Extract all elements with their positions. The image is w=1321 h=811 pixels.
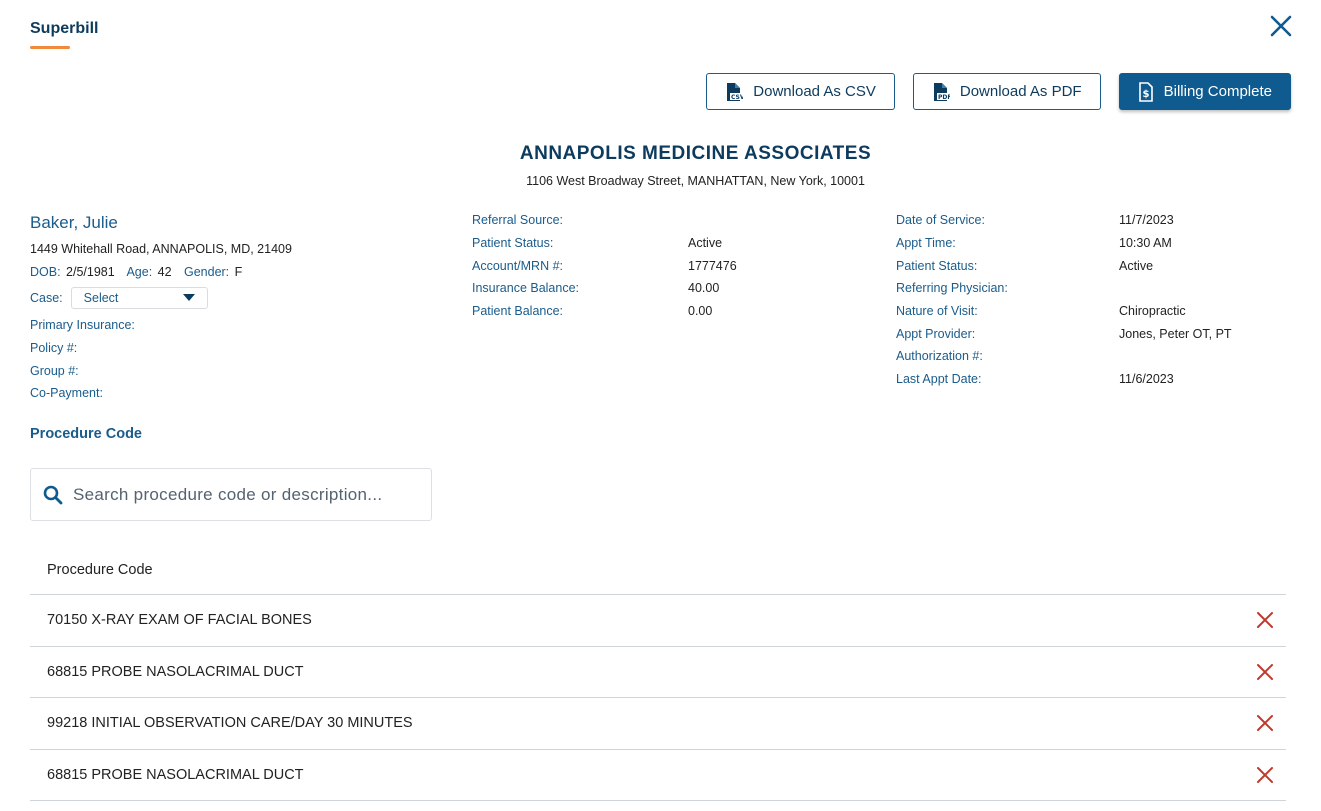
tab-underline bbox=[30, 46, 70, 49]
gender-label: Gender: bbox=[183, 265, 230, 279]
patient-demographics: DOB: 2/5/1981 Age: 42 Gender: F bbox=[30, 265, 244, 279]
account-value: 40.00 bbox=[688, 281, 720, 295]
appointment-value: 11/7/2023 bbox=[1119, 213, 1174, 227]
table-row: 68815 PROBE NASOLACRIMAL DUCT bbox=[30, 750, 1286, 801]
patient-address: 1449 Whitehall Road, ANNAPOLIS, MD, 2140… bbox=[30, 242, 292, 256]
dob-label: DOB: bbox=[30, 265, 61, 279]
table-row: 99218 INITIAL OBSERVATION CARE/DAY 30 MI… bbox=[30, 698, 1286, 750]
invoice-icon: $ bbox=[1138, 81, 1153, 102]
procedure-search-input[interactable] bbox=[73, 484, 403, 505]
account-label: Referral Source: bbox=[472, 213, 564, 227]
practice-address: 1106 West Broadway Street, MANHATTAN, Ne… bbox=[526, 174, 865, 188]
table-header: Procedure Code bbox=[30, 545, 1286, 595]
primary-insurance-label: Primary Insurance: bbox=[30, 318, 135, 332]
case-label: Case: bbox=[30, 291, 63, 305]
appointment-label: Patient Status: bbox=[896, 259, 978, 273]
svg-text:$: $ bbox=[1142, 89, 1149, 100]
download-csv-label: Download As CSV bbox=[753, 83, 876, 100]
appointment-value: 11/6/2023 bbox=[1119, 372, 1174, 386]
case-select[interactable]: Select bbox=[70, 287, 208, 309]
appointment-value: Active bbox=[1119, 259, 1154, 273]
appointment-label: Nature of Visit: bbox=[896, 304, 978, 318]
appointment-label: Date of Service: bbox=[896, 213, 985, 227]
search-icon bbox=[43, 485, 63, 504]
copayment-label: Co-Payment: bbox=[30, 386, 103, 400]
appointment-label: Last Appt Date: bbox=[896, 372, 982, 386]
account-label: Account/MRN #: bbox=[472, 259, 564, 273]
procedure-section-title: Procedure Code bbox=[30, 426, 142, 442]
download-pdf-label: Download As PDF bbox=[959, 83, 1082, 100]
account-value: Active bbox=[688, 236, 723, 250]
account-value: 0.00 bbox=[688, 304, 713, 318]
dob-value: 2/5/1981 bbox=[66, 265, 115, 279]
appointment-label: Referring Physician: bbox=[896, 281, 1008, 295]
appointment-value: Jones, Peter OT, PT bbox=[1119, 327, 1232, 341]
appointment-value: 10:30 AM bbox=[1119, 236, 1172, 250]
case-select-value: Select bbox=[83, 291, 119, 305]
appointment-label: Appt Time: bbox=[896, 236, 956, 250]
account-label: Patient Balance: bbox=[472, 304, 564, 318]
remove-procedure-icon[interactable] bbox=[1256, 714, 1274, 732]
remove-procedure-icon[interactable] bbox=[1256, 766, 1274, 784]
group-label: Group #: bbox=[30, 364, 79, 378]
patient-name[interactable]: Baker, Julie bbox=[30, 213, 118, 233]
procedure-text: 68815 PROBE NASOLACRIMAL DUCT bbox=[47, 766, 304, 783]
close-button[interactable] bbox=[1267, 12, 1295, 40]
csv-file-icon: CSV bbox=[727, 82, 743, 101]
procedure-text: 99218 INITIAL OBSERVATION CARE/DAY 30 MI… bbox=[47, 715, 413, 732]
svg-text:CSV: CSV bbox=[731, 94, 743, 101]
procedure-text: 70150 X-RAY EXAM OF FACIAL BONES bbox=[47, 612, 312, 629]
case-row: Case: Select bbox=[30, 287, 208, 309]
table-row: 68815 PROBE NASOLACRIMAL DUCT bbox=[30, 647, 1286, 698]
appointment-label: Authorization #: bbox=[896, 349, 983, 363]
download-pdf-button[interactable]: PDF Download As PDF bbox=[912, 73, 1101, 110]
billing-complete-button[interactable]: $ Billing Complete bbox=[1118, 73, 1291, 110]
appointment-label: Appt Provider: bbox=[896, 327, 976, 341]
remove-procedure-icon[interactable] bbox=[1256, 611, 1274, 629]
age-label: Age: bbox=[126, 265, 153, 279]
billing-complete-label: Billing Complete bbox=[1163, 83, 1272, 100]
procedure-table: Procedure Code 70150 X-RAY EXAM OF FACIA… bbox=[30, 545, 1286, 801]
account-label: Patient Status: bbox=[472, 236, 554, 250]
download-csv-button[interactable]: CSV Download As CSV bbox=[706, 73, 895, 110]
remove-procedure-icon[interactable] bbox=[1256, 663, 1274, 681]
close-icon bbox=[1270, 15, 1292, 37]
policy-label: Policy #: bbox=[30, 341, 78, 355]
table-row: 70150 X-RAY EXAM OF FACIAL BONES bbox=[30, 595, 1286, 647]
svg-text:PDF: PDF bbox=[938, 94, 950, 101]
account-value: 1777476 bbox=[688, 259, 737, 273]
caret-down-icon bbox=[182, 294, 195, 301]
procedure-search-box[interactable] bbox=[30, 468, 432, 521]
practice-name: ANNAPOLIS MEDICINE ASSOCIATES bbox=[519, 143, 872, 164]
appointment-value: Chiropractic bbox=[1119, 304, 1186, 318]
procedure-text: 68815 PROBE NASOLACRIMAL DUCT bbox=[47, 663, 304, 680]
column-header-procedure-code: Procedure Code bbox=[47, 561, 153, 578]
pdf-file-icon: PDF bbox=[933, 82, 950, 101]
toolbar: CSV Download As CSV PDF Download As PDF … bbox=[706, 73, 1291, 110]
age-value: 42 bbox=[157, 265, 172, 279]
gender-value: F bbox=[234, 265, 243, 279]
tab-superbill[interactable]: Superbill bbox=[30, 20, 98, 38]
account-label: Insurance Balance: bbox=[472, 281, 580, 295]
